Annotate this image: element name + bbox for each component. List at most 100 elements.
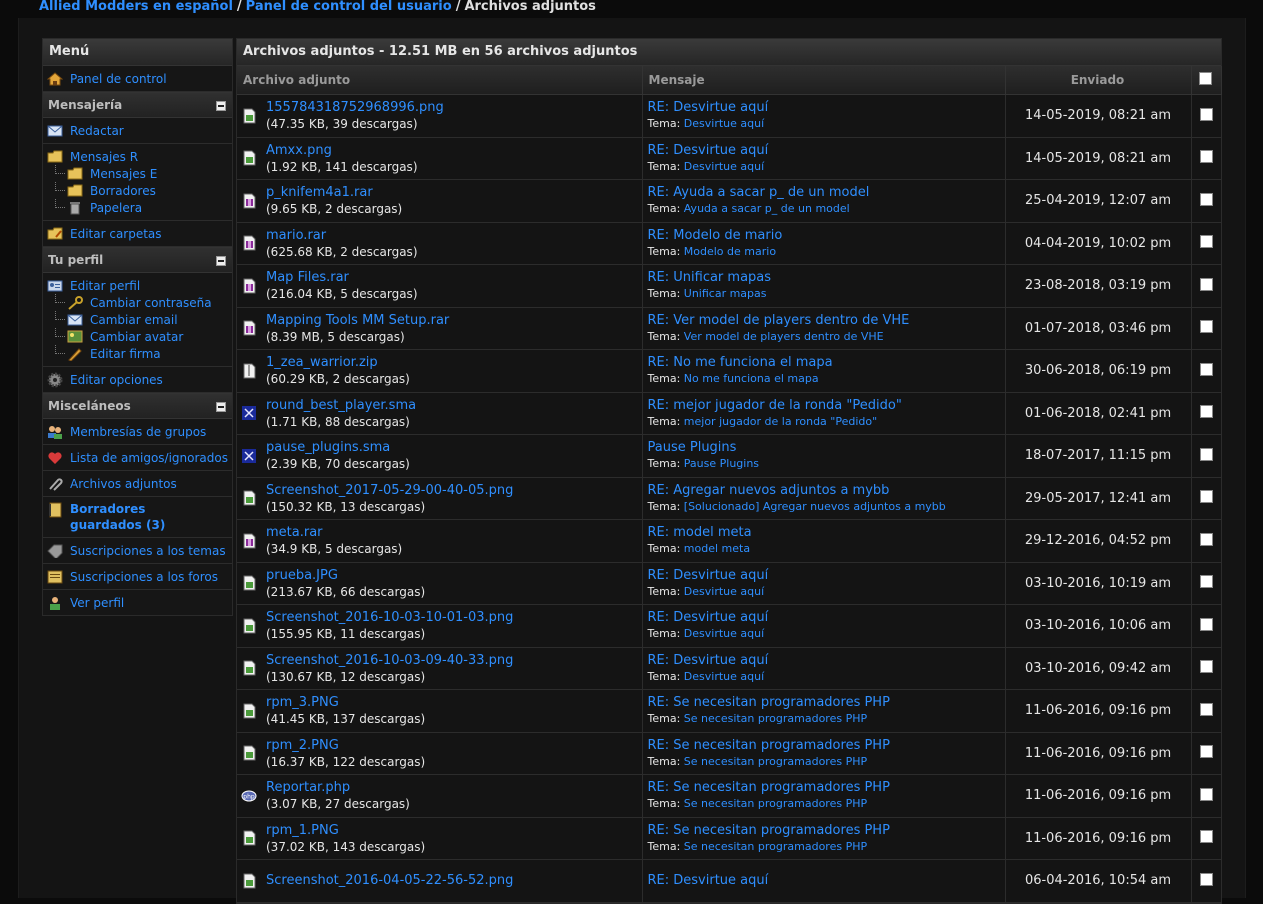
menu-item-friends[interactable]: Lista de amigos/ignorados [43, 449, 232, 466]
topic-link[interactable]: Ver model de players dentro de VHE [684, 330, 884, 343]
message-link[interactable]: RE: Desvirtue aquí [648, 652, 1005, 669]
menu-item-label[interactable]: Editar firma [90, 347, 161, 361]
row-checkbox[interactable] [1199, 702, 1213, 716]
file-link[interactable]: 1_zea_warrior.zip [266, 354, 410, 371]
topic-link[interactable]: Desvirtue aquí [684, 627, 764, 640]
menu-item-change-email[interactable]: Cambiar email [43, 311, 232, 328]
row-checkbox[interactable] [1199, 745, 1213, 759]
message-link[interactable]: RE: model meta [648, 524, 1005, 541]
select-all-checkbox[interactable] [1199, 72, 1212, 85]
row-checkbox[interactable] [1199, 405, 1213, 419]
row-checkbox[interactable] [1199, 617, 1213, 631]
menu-item-label[interactable]: Borradores [90, 184, 156, 198]
message-link[interactable]: RE: Se necesitan programadores PHP [648, 822, 1005, 839]
topic-link[interactable]: Desvirtue aquí [684, 160, 764, 173]
menu-item-attachments[interactable]: Archivos adjuntos [43, 475, 232, 492]
menu-item-label[interactable]: Cambiar contraseña [90, 296, 212, 310]
message-link[interactable]: RE: Desvirtue aquí [648, 567, 1005, 584]
file-link[interactable]: Screenshot_2016-10-03-09-40-33.png [266, 652, 513, 669]
row-checkbox[interactable] [1199, 830, 1213, 844]
row-checkbox[interactable] [1199, 235, 1213, 249]
topic-link[interactable]: Desvirtue aquí [684, 117, 764, 130]
menu-item-label[interactable]: Redactar [70, 124, 124, 138]
file-link[interactable]: rpm_3.PNG [266, 694, 425, 711]
file-link[interactable]: Amxx.png [266, 142, 418, 159]
message-link[interactable]: RE: Modelo de mario [648, 227, 1005, 244]
file-link[interactable]: Screenshot_2016-04-05-22-56-52.png [266, 872, 513, 889]
topic-link[interactable]: Pause Plugins [684, 457, 759, 470]
menu-item-label[interactable]: Cambiar email [90, 313, 178, 327]
topic-link[interactable]: Ayuda a sacar p_ de un model [684, 202, 850, 215]
file-link[interactable]: round_best_player.sma [266, 397, 416, 414]
menu-item-label[interactable]: Suscripciones a los temas [70, 544, 226, 558]
file-link[interactable]: Mapping Tools MM Setup.rar [266, 312, 449, 329]
breadcrumb-usercp-link[interactable]: Panel de control del usuario [246, 0, 452, 14]
menu-item-view-profile[interactable]: Ver perfil [43, 594, 232, 611]
menu-item-label[interactable]: Mensajes E [90, 167, 157, 181]
topic-link[interactable]: mejor jugador de la ronda "Pedido" [684, 415, 877, 428]
menu-item-edit-folders[interactable]: Editar carpetas [43, 225, 232, 242]
message-link[interactable]: RE: Ver model de players dentro de VHE [648, 312, 1005, 329]
menu-item-change-avatar[interactable]: Cambiar avatar [43, 328, 232, 345]
file-link[interactable]: Reportar.php [266, 779, 410, 796]
file-link[interactable]: pause_plugins.sma [266, 439, 410, 456]
menu-item-sent[interactable]: Mensajes E [43, 165, 232, 182]
menu-item-panel[interactable]: Panel de control [43, 70, 232, 87]
menu-item-label[interactable]: Editar perfil [70, 279, 140, 293]
message-link[interactable]: RE: Desvirtue aquí [648, 609, 1005, 626]
row-checkbox[interactable] [1199, 277, 1213, 291]
topic-link[interactable]: Se necesitan programadores PHP [684, 797, 867, 810]
row-checkbox[interactable] [1199, 787, 1213, 801]
message-link[interactable]: RE: Agregar nuevos adjuntos a mybb [648, 482, 1005, 499]
message-link[interactable]: RE: Se necesitan programadores PHP [648, 737, 1005, 754]
menu-item-label[interactable]: Suscripciones a los foros [70, 570, 218, 584]
menu-item-edit-profile[interactable]: Editar perfil [43, 277, 232, 294]
menu-item-saved-drafts[interactable]: Borradores guardados (3) [43, 501, 232, 533]
menu-item-inbox[interactable]: Mensajes R [43, 148, 232, 165]
topic-link[interactable]: model meta [684, 542, 750, 555]
row-checkbox[interactable] [1199, 872, 1213, 886]
message-link[interactable]: RE: Desvirtue aquí [648, 872, 1005, 889]
menu-item-label[interactable]: Editar carpetas [70, 227, 162, 241]
row-checkbox[interactable] [1199, 532, 1213, 546]
file-link[interactable]: Screenshot_2016-10-03-10-01-03.png [266, 609, 513, 626]
file-link[interactable]: prueba.JPG [266, 567, 425, 584]
message-link[interactable]: Pause Plugins [648, 439, 1005, 456]
row-checkbox[interactable] [1199, 447, 1213, 461]
message-link[interactable]: RE: Unificar mapas [648, 269, 1005, 286]
menu-item-forum-subscriptions[interactable]: Suscripciones a los foros [43, 568, 232, 585]
row-checkbox[interactable] [1199, 150, 1213, 164]
menu-item-label[interactable]: Papelera [90, 201, 142, 215]
row-checkbox[interactable] [1199, 320, 1213, 334]
menu-item-label[interactable]: Cambiar avatar [90, 330, 183, 344]
message-link[interactable]: RE: No me funciona el mapa [648, 354, 1005, 371]
menu-item-group-memberships[interactable]: Membresías de grupos [43, 423, 232, 440]
menu-item-label[interactable]: Mensajes R [70, 150, 138, 164]
menu-item-compose[interactable]: Redactar [43, 122, 232, 139]
file-link[interactable]: Screenshot_2017-05-29-00-40-05.png [266, 482, 513, 499]
topic-link[interactable]: Modelo de mario [684, 245, 776, 258]
menu-item-label[interactable]: Editar opciones [70, 373, 163, 387]
row-checkbox[interactable] [1199, 575, 1213, 589]
row-checkbox[interactable] [1199, 362, 1213, 376]
menu-item-edit-signature[interactable]: Editar firma [43, 345, 232, 362]
breadcrumb-forum-link[interactable]: Allied Modders en español [39, 0, 233, 14]
collapse-icon[interactable] [216, 402, 226, 412]
menu-item-label[interactable]: Borradores guardados (3) [70, 501, 220, 533]
menu-item-label[interactable]: Ver perfil [70, 596, 124, 610]
row-checkbox[interactable] [1199, 107, 1213, 121]
menu-item-thread-subscriptions[interactable]: Suscripciones a los temas [43, 542, 232, 559]
topic-link[interactable]: [Solucionado] Agregar nuevos adjuntos a … [684, 500, 946, 513]
menu-item-label[interactable]: Lista de amigos/ignorados [70, 451, 228, 465]
topic-link[interactable]: Se necesitan programadores PHP [684, 840, 867, 853]
file-link[interactable]: 155784318752968996.png [266, 99, 444, 116]
message-link[interactable]: RE: Desvirtue aquí [648, 99, 1005, 116]
file-link[interactable]: Map Files.rar [266, 269, 418, 286]
file-link[interactable]: rpm_1.PNG [266, 822, 425, 839]
file-link[interactable]: mario.rar [266, 227, 418, 244]
file-link[interactable]: rpm_2.PNG [266, 737, 425, 754]
message-link[interactable]: RE: mejor jugador de la ronda "Pedido" [648, 397, 1005, 414]
menu-item-trash[interactable]: Papelera [43, 199, 232, 216]
topic-link[interactable]: Desvirtue aquí [684, 670, 764, 683]
row-checkbox[interactable] [1199, 660, 1213, 674]
